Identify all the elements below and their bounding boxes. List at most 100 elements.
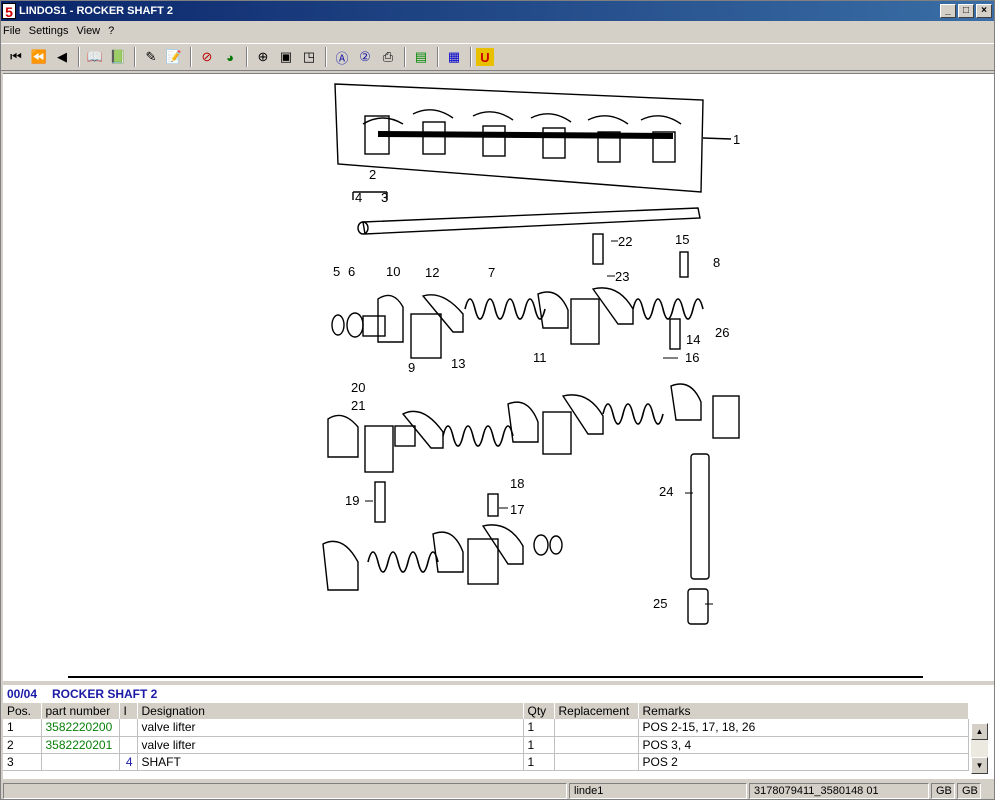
cell-part-number[interactable]: 3582220200	[41, 719, 120, 737]
callout-label: 4	[355, 190, 362, 205]
status-doc: 3178079411_3580148 01	[749, 782, 929, 799]
circle-2-icon[interactable]: ②	[354, 46, 376, 68]
col-part-number[interactable]: part number	[41, 703, 120, 719]
cell-qty: 1	[523, 719, 555, 737]
cell-i[interactable]: 4	[119, 753, 138, 771]
callout-label: 14	[686, 332, 700, 347]
callout-label: 24	[659, 484, 673, 499]
menu-bar: File Settings View ?	[1, 21, 994, 41]
zoom-icon[interactable]: ⊕	[252, 46, 274, 68]
menu-help[interactable]: ?	[106, 25, 120, 37]
app-window: 5 LINDOS1 - ROCKER SHAFT 2 _ □ × File Se…	[0, 0, 995, 800]
parts-diagram: 1 2 3 4 5 6 7 8 9 10 11 12 13 14 15 16 1…	[3, 73, 994, 681]
callout-label: 21	[351, 398, 365, 413]
status-lang-1: GB	[931, 782, 955, 799]
window-title: LINDOS1 - ROCKER SHAFT 2	[19, 5, 174, 17]
shaft	[362, 207, 701, 235]
row-1-parts	[331, 233, 704, 359]
page-fit-icon[interactable]: ▣	[275, 46, 297, 68]
callout-label: 16	[685, 350, 699, 365]
cell-designation: SHAFT	[137, 753, 524, 771]
parts-scrollbar[interactable]: ▲ ▼	[971, 723, 988, 774]
callout-label: 25	[653, 596, 667, 611]
callout-label: 15	[675, 232, 689, 247]
menu-file[interactable]: File	[1, 25, 27, 37]
cell-part-number[interactable]	[41, 753, 120, 771]
print-icon[interactable]: ⎙	[377, 46, 399, 68]
app-logo-icon: 5	[2, 3, 16, 20]
callout-label: 22	[618, 234, 632, 249]
exploded-view-drawing: 1 2 3 4 5 6 7 8 9 10 11 12 13 14 15 16 1…	[68, 83, 923, 678]
callout-label: 9	[408, 360, 415, 375]
callout-label: 12	[425, 265, 439, 280]
edit-doc-icon[interactable]: 📝	[163, 46, 185, 68]
toolbar-separator	[325, 47, 327, 67]
toolbar-separator	[78, 47, 80, 67]
close-button[interactable]: ×	[976, 4, 992, 18]
table-row[interactable]: 3 4 SHAFT 1 POS 2	[3, 753, 969, 771]
callout-label: 23	[615, 269, 629, 284]
scroll-track[interactable]	[971, 740, 988, 757]
group-title: ROCKER SHAFT 2	[52, 687, 158, 701]
cell-remarks: POS 2	[638, 753, 969, 771]
cell-designation: valve lifter	[137, 736, 524, 754]
u-icon[interactable]: U	[476, 48, 494, 66]
table-row[interactable]: 1 3582220200 valve lifter 1 POS 2-15, 17…	[3, 719, 969, 737]
scroll-up-icon[interactable]: ▲	[971, 723, 988, 740]
callout-label: 17	[510, 502, 524, 517]
callout-label: 3	[381, 190, 388, 205]
minimize-button[interactable]: _	[940, 4, 956, 18]
col-replacement[interactable]: Replacement	[554, 703, 639, 719]
no-filter-icon[interactable]: ⊘	[196, 46, 218, 68]
callout-label: 10	[386, 264, 400, 279]
cell-qty: 1	[523, 736, 555, 754]
cell-part-number[interactable]: 3582220201	[41, 736, 120, 754]
toolbar: ⏮ ⏪ ◀ 📖 📗 ✎ 📝 ⊘ ◕ ⊕ ▣ ◳ Ⓐ ② ⎙ ▤ ▦ U	[1, 43, 994, 71]
group-code: 00/04	[7, 687, 38, 701]
circle-a-icon[interactable]: Ⓐ	[331, 46, 353, 68]
title-bar: 5 LINDOS1 - ROCKER SHAFT 2 _ □ ×	[1, 1, 994, 21]
cell-pos: 1	[3, 719, 42, 737]
status-panel-empty	[3, 782, 567, 799]
col-remarks[interactable]: Remarks	[638, 703, 969, 719]
callout-label: 19	[345, 493, 359, 508]
toolbar-separator	[246, 47, 248, 67]
book-back-icon[interactable]: 📖	[84, 46, 106, 68]
page-width-icon[interactable]: ◳	[298, 46, 320, 68]
row-2-parts	[327, 383, 740, 580]
blue-grid-icon[interactable]: ▦	[443, 46, 465, 68]
globe-icon[interactable]: ◕	[219, 46, 241, 68]
col-designation[interactable]: Designation	[137, 703, 524, 719]
callout-label: 11	[533, 350, 547, 365]
menu-view[interactable]: View	[74, 25, 106, 37]
callout-label: 13	[451, 356, 465, 371]
cell-replacement	[554, 736, 639, 754]
callout-label: 1	[733, 132, 740, 147]
table-header-row: Pos. part number I Designation Qty Repla…	[3, 703, 969, 719]
callout-labels: 1 2 3 4 5 6 7 8 9 10 11 12 13 14 15 16 1…	[333, 132, 740, 611]
callout-label: 8	[713, 255, 720, 270]
maximize-button[interactable]: □	[958, 4, 974, 18]
status-user: linde1	[569, 782, 747, 799]
toolbar-separator	[404, 47, 406, 67]
col-qty[interactable]: Qty	[523, 703, 555, 719]
book-forward-icon[interactable]: 📗	[107, 46, 129, 68]
callout-label: 26	[715, 325, 729, 340]
green-doc-icon[interactable]: ▤	[410, 46, 432, 68]
menu-settings[interactable]: Settings	[27, 25, 75, 37]
prev-icon[interactable]: ◀	[51, 46, 73, 68]
table-row[interactable]: 2 3582220201 valve lifter 1 POS 3, 4	[3, 736, 969, 754]
row-3-parts	[322, 524, 709, 625]
col-i[interactable]: I	[119, 703, 138, 719]
cell-i	[119, 736, 138, 754]
cell-pos: 2	[3, 736, 42, 754]
edit-list-icon[interactable]: ✎	[140, 46, 162, 68]
callout-label: 20	[351, 380, 365, 395]
status-lang-2: GB	[957, 782, 981, 799]
first-icon[interactable]: ⏮	[5, 46, 27, 68]
rewind-icon[interactable]: ⏪	[28, 46, 50, 68]
scroll-down-icon[interactable]: ▼	[971, 757, 988, 774]
cell-replacement	[554, 719, 639, 737]
cell-replacement	[554, 753, 639, 771]
col-pos[interactable]: Pos.	[3, 703, 42, 719]
